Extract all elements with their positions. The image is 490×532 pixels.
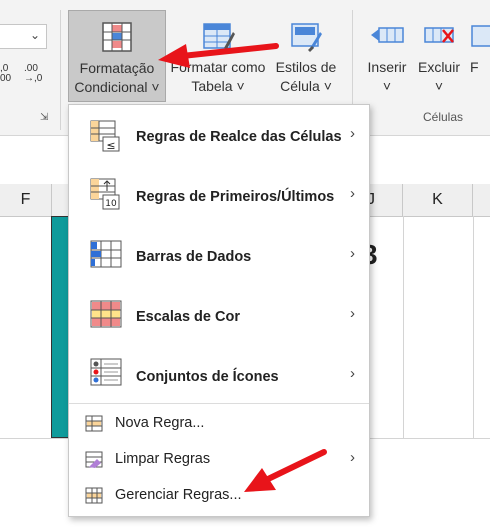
submenu-arrow-icon: › bbox=[350, 449, 355, 466]
menu-item-label: Regras de Realce das Células bbox=[136, 129, 342, 145]
format-as-table-button[interactable]: Formatar como Tabela ˅ bbox=[166, 10, 270, 102]
decimal-bottom: 00 bbox=[0, 73, 12, 84]
clear-rules-icon bbox=[85, 451, 103, 468]
cell-styles-button[interactable]: Estilos de Célula ˅ bbox=[270, 10, 342, 102]
conditional-formatting-menu: ≤ Regras de Realce das Células › 10 Regr… bbox=[68, 104, 370, 517]
insert-cells-icon bbox=[371, 27, 404, 43]
menu-item-label: Nova Regra... bbox=[115, 415, 205, 431]
menu-item-top-bottom-rules[interactable]: 10 Regras de Primeiros/Últimos › bbox=[69, 165, 369, 225]
column-header-k[interactable]: K bbox=[403, 184, 473, 216]
label-line: Estilos de bbox=[275, 59, 337, 75]
format-cells-icon bbox=[471, 25, 490, 47]
dialog-launcher-icon[interactable]: ⇲ bbox=[40, 112, 48, 123]
delete-cells-icon bbox=[424, 27, 454, 43]
decrease-decimal-button[interactable]: ,0 00 bbox=[0, 64, 22, 88]
increase-decimal-button[interactable]: .00 →,0 bbox=[24, 64, 46, 88]
gridline bbox=[473, 216, 474, 438]
cell-styles-icon bbox=[291, 23, 322, 52]
conditional-formatting-icon bbox=[102, 22, 132, 52]
top-bottom-rules-icon: 10 bbox=[90, 178, 120, 210]
menu-separator bbox=[69, 403, 369, 404]
submenu-arrow-icon: › bbox=[350, 245, 355, 262]
top-ten-number: 10 bbox=[105, 199, 117, 209]
menu-item-manage-rules[interactable]: Gerenciar Regras... bbox=[69, 479, 369, 513]
number-format-select[interactable]: ⌄ bbox=[0, 24, 47, 49]
delete-button[interactable]: Excluir ˅ bbox=[414, 10, 464, 102]
insert-button[interactable]: Inserir ˅ bbox=[360, 10, 414, 102]
icon-sets-icon bbox=[90, 358, 122, 386]
column-header-f[interactable]: F bbox=[0, 184, 52, 216]
chevron-down-icon: ⌄ bbox=[29, 28, 40, 42]
less-than-symbol: ≤ bbox=[106, 139, 115, 152]
button-label: Inserir ˅ bbox=[360, 58, 414, 96]
cells-group-label: Células bbox=[423, 110, 464, 124]
menu-item-icon-sets[interactable]: Conjuntos de Ícones › bbox=[69, 345, 369, 403]
submenu-arrow-icon: › bbox=[350, 185, 355, 202]
label-line: ˅ bbox=[434, 78, 444, 94]
submenu-arrow-icon: › bbox=[350, 365, 355, 382]
gridline bbox=[403, 216, 404, 438]
teal-cell-fill bbox=[51, 216, 69, 438]
format-button[interactable]: F bbox=[466, 10, 490, 102]
label-line: Excluir bbox=[417, 59, 460, 75]
decimal-bottom: →,0 bbox=[24, 73, 43, 84]
new-rule-icon bbox=[85, 415, 103, 432]
label-line: ˅ bbox=[382, 78, 392, 94]
button-label: Formatar como Tabela ˅ bbox=[166, 58, 270, 96]
button-label: Estilos de Célula ˅ bbox=[270, 58, 342, 96]
label-line: Formatar como bbox=[170, 59, 266, 75]
submenu-arrow-icon: › bbox=[350, 305, 355, 322]
menu-item-highlight-cells-rules[interactable]: ≤ Regras de Realce das Células › bbox=[69, 105, 369, 165]
button-label: Excluir ˅ bbox=[414, 58, 464, 96]
label-line: Condicional ˅ bbox=[74, 79, 160, 95]
menu-item-new-rule[interactable]: Nova Regra... bbox=[69, 407, 369, 441]
manage-rules-icon bbox=[85, 487, 103, 504]
label-line: Formatação bbox=[79, 60, 155, 76]
menu-item-label: Gerenciar Regras... bbox=[115, 487, 242, 503]
menu-item-label: Regras de Primeiros/Últimos bbox=[136, 189, 335, 205]
menu-item-label: Barras de Dados bbox=[136, 249, 252, 265]
conditional-formatting-button[interactable]: Formatação Condicional ˅ bbox=[68, 10, 166, 102]
highlight-cells-rules-icon: ≤ bbox=[90, 120, 120, 152]
menu-item-data-bars[interactable]: Barras de Dados › bbox=[69, 225, 369, 285]
group-divider bbox=[60, 10, 61, 130]
menu-item-label: Limpar Regras bbox=[115, 451, 211, 467]
submenu-arrow-icon: › bbox=[350, 125, 355, 142]
button-label: F bbox=[470, 59, 479, 75]
menu-item-clear-rules[interactable]: Limpar Regras › bbox=[69, 443, 369, 477]
button-label: Formatação Condicional ˅ bbox=[69, 59, 165, 97]
color-scales-icon bbox=[90, 300, 122, 328]
label-line: Tabela ˅ bbox=[191, 78, 245, 94]
label-line: Inserir bbox=[367, 59, 407, 75]
menu-item-color-scales[interactable]: Escalas de Cor › bbox=[69, 285, 369, 345]
data-bars-icon bbox=[90, 240, 122, 268]
menu-item-label: Escalas de Cor bbox=[136, 309, 240, 325]
menu-item-label: Conjuntos de Ícones bbox=[136, 369, 279, 385]
format-as-table-icon bbox=[203, 23, 235, 49]
label-line: Célula ˅ bbox=[280, 78, 332, 94]
